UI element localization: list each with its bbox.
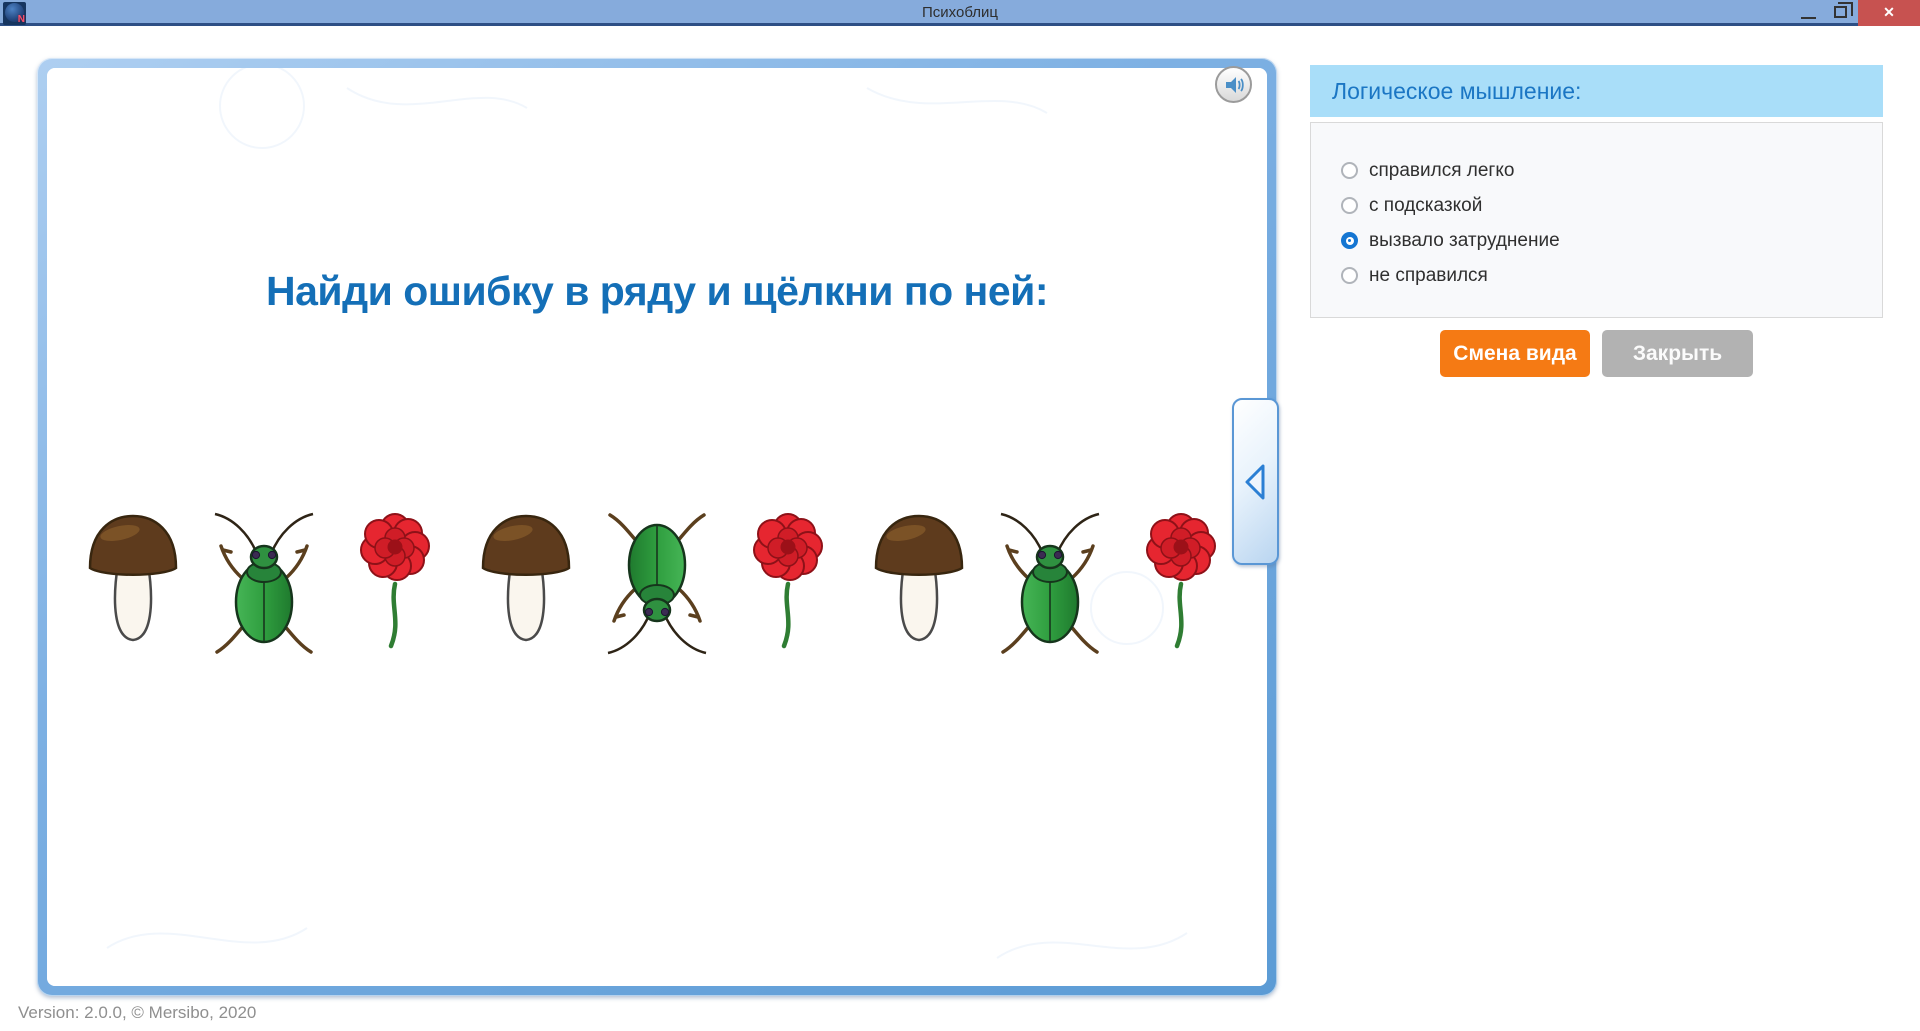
row-item-flower[interactable]	[733, 506, 843, 661]
game-canvas: Найди ошибку в ряду и щёлкни по ней:	[47, 68, 1267, 986]
row-item-mushroom[interactable]	[78, 506, 188, 661]
restore-icon	[1834, 6, 1847, 18]
speaker-icon	[1223, 74, 1245, 96]
row-item-beetle[interactable]	[995, 506, 1105, 661]
titlebar: N Психоблиц ✕	[0, 0, 1920, 26]
game-frame: Найди ошибку в ряду и щёлкни по ней:	[37, 58, 1277, 996]
row-item-mushroom[interactable]	[864, 506, 974, 661]
panel-collapse-tab[interactable]	[1232, 398, 1279, 565]
change-view-button[interactable]: Смена вида	[1440, 330, 1590, 377]
row-item-flower[interactable]	[340, 506, 450, 661]
close-window-button[interactable]: ✕	[1858, 0, 1920, 26]
minimize-icon	[1801, 17, 1816, 19]
radio-label: с подсказкой	[1369, 195, 1482, 217]
options-box: справился легко с подсказкой вызвало зат…	[1310, 122, 1883, 318]
row-item-beetle[interactable]	[209, 506, 319, 661]
window-title: Психоблиц	[0, 0, 1920, 26]
radio-icon[interactable]	[1341, 267, 1358, 284]
radio-label: справился легко	[1369, 160, 1514, 182]
close-panel-button[interactable]: Закрыть	[1602, 330, 1753, 377]
version-text: Version: 2.0.0, © Mersibo, 2020	[18, 1003, 256, 1023]
radio-option-1[interactable]: справился легко	[1341, 153, 1882, 188]
radio-label: вызвало затруднение	[1369, 230, 1560, 252]
radio-option-4[interactable]: не справился	[1341, 258, 1882, 293]
minimize-button[interactable]	[1793, 0, 1825, 26]
sound-button[interactable]	[1215, 66, 1252, 103]
row-item-mushroom[interactable]	[471, 506, 581, 661]
close-icon: ✕	[1883, 4, 1895, 20]
row-item-flower[interactable]	[1126, 506, 1236, 661]
triangle-left-icon	[1239, 454, 1273, 510]
row-item-beetle-rotated[interactable]	[602, 506, 712, 661]
items-row	[47, 506, 1267, 661]
radio-icon[interactable]	[1341, 232, 1358, 249]
radio-option-2[interactable]: с подсказкой	[1341, 188, 1882, 223]
radio-option-3[interactable]: вызвало затруднение	[1341, 223, 1882, 258]
question-text: Найди ошибку в ряду и щёлкни по ней:	[47, 268, 1267, 315]
restore-button[interactable]	[1827, 0, 1857, 26]
radio-icon[interactable]	[1341, 197, 1358, 214]
radio-icon[interactable]	[1341, 162, 1358, 179]
panel-header: Логическое мышление:	[1310, 65, 1883, 117]
radio-label: не справился	[1369, 265, 1488, 287]
